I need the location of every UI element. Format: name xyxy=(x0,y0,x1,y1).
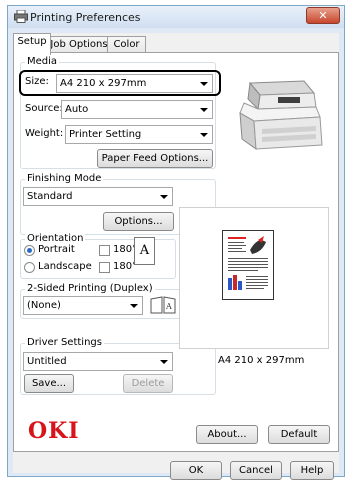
rotate-180-landscape-checkbox[interactable] xyxy=(99,262,110,273)
media-group-label: Media xyxy=(25,56,60,67)
finishing-mode-dropdown[interactable]: Standard xyxy=(23,187,173,206)
size-label: Size: xyxy=(25,76,49,87)
orientation-page-icon: A xyxy=(134,237,155,265)
duplex-dropdown[interactable]: (None) xyxy=(23,296,143,315)
weight-dropdown[interactable]: Printer Setting xyxy=(65,125,213,144)
default-button[interactable]: Default xyxy=(268,425,330,444)
weight-label: Weight: xyxy=(25,128,64,139)
chevron-down-icon xyxy=(160,195,168,199)
portrait-label: Portrait xyxy=(38,244,75,255)
rotate-180-portrait-checkbox[interactable] xyxy=(99,245,110,256)
oki-logo: OKI xyxy=(28,418,80,444)
chevron-down-icon xyxy=(130,304,138,308)
finishing-mode-label: Finishing Mode xyxy=(25,173,104,184)
landscape-radio[interactable] xyxy=(24,262,35,273)
tab-strip: Setup Job Options Color xyxy=(13,33,339,55)
portrait-radio[interactable] xyxy=(24,245,35,256)
chevron-down-icon xyxy=(200,133,208,137)
size-dropdown[interactable]: A4 210 x 297mm xyxy=(56,74,213,93)
svg-text:A: A xyxy=(165,302,172,311)
paper-feed-options-button[interactable]: Paper Feed Options... xyxy=(97,149,213,168)
printer-icon xyxy=(14,10,28,23)
cancel-button[interactable]: Cancel xyxy=(230,461,282,480)
save-button[interactable]: Save... xyxy=(24,374,74,393)
weight-value: Printer Setting xyxy=(69,129,142,140)
about-button[interactable]: About... xyxy=(196,425,258,444)
book-icon: A xyxy=(150,296,176,314)
driver-settings-dropdown[interactable]: Untitled xyxy=(23,352,173,371)
delete-button[interactable]: Delete xyxy=(123,374,173,393)
tab-setup[interactable]: Setup xyxy=(13,33,51,55)
setup-tab-panel: Media Size: A4 210 x 297mm Source: Auto … xyxy=(13,52,339,452)
driver-settings-group: Driver Settings Untitled Save... Delete xyxy=(20,337,216,395)
source-label: Source: xyxy=(25,103,63,114)
help-button[interactable]: Help xyxy=(290,461,334,480)
title-bar: Printing Preferences ✕ xyxy=(8,6,344,28)
chevron-down-icon xyxy=(200,82,208,86)
driver-settings-value: Untitled xyxy=(27,356,67,367)
orientation-label: Orientation xyxy=(25,233,86,244)
printer-image xyxy=(239,80,323,151)
ok-button[interactable]: OK xyxy=(170,461,222,480)
paper-size-caption: A4 210 x 297mm xyxy=(218,355,305,366)
chevron-down-icon xyxy=(160,360,168,364)
media-group: Media Size: A4 210 x 297mm Source: Auto … xyxy=(19,56,221,169)
printing-preferences-window: Printing Preferences ✕ Setup Job Options… xyxy=(7,5,345,480)
finishing-mode-value: Standard xyxy=(27,191,73,202)
driver-settings-label: Driver Settings xyxy=(25,337,104,348)
window-title: Printing Preferences xyxy=(30,11,141,24)
duplex-value: (None) xyxy=(27,300,61,311)
dialog-client: Setup Job Options Color Media Size: A4 2… xyxy=(13,33,339,480)
page-preview-image xyxy=(222,230,274,300)
source-value: Auto xyxy=(65,104,89,115)
size-value: A4 210 x 297mm xyxy=(60,78,147,89)
finishing-options-button[interactable]: Options... xyxy=(103,212,174,231)
preview-pane xyxy=(179,207,329,349)
source-dropdown[interactable]: Auto xyxy=(61,100,213,119)
duplex-label: 2-Sided Printing (Duplex) xyxy=(25,283,155,294)
landscape-label: Landscape xyxy=(38,261,92,272)
close-button[interactable]: ✕ xyxy=(306,7,340,24)
chevron-down-icon xyxy=(200,108,208,112)
